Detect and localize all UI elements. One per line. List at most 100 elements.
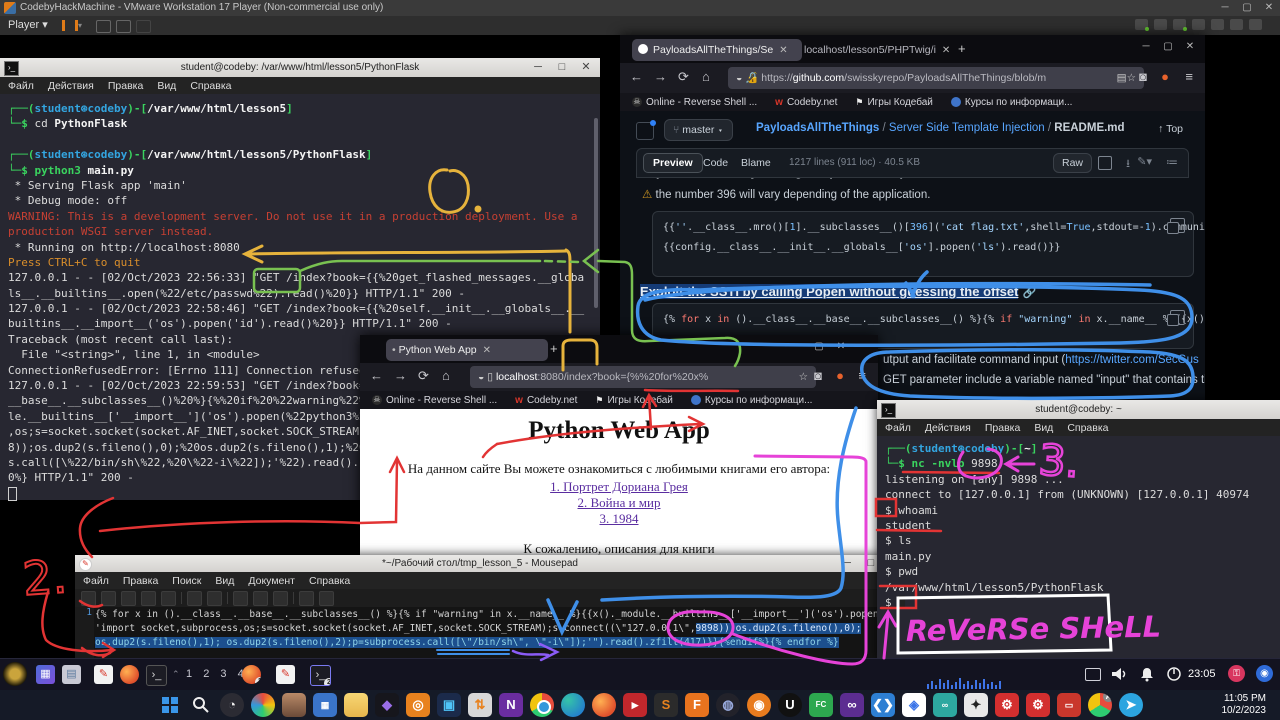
bookmark-item[interactable]: ☠Online - Reverse Shell ... bbox=[372, 395, 497, 406]
maximize-icon[interactable]: ▢ bbox=[1236, 0, 1258, 16]
panel-expand-icon[interactable]: ⌃ bbox=[172, 669, 180, 680]
tab-preview[interactable]: Preview bbox=[643, 153, 703, 173]
red-gear-icon[interactable]: ⚙ bbox=[995, 693, 1019, 717]
reload-icon[interactable]: ⟳ bbox=[678, 69, 689, 85]
close-tab-icon[interactable]: ✕ bbox=[773, 45, 787, 56]
usb-device-icon[interactable] bbox=[1192, 19, 1205, 30]
taskbar-firefox-window[interactable]: 2 bbox=[242, 665, 261, 684]
open-file-icon[interactable] bbox=[101, 591, 116, 606]
new-file-icon[interactable] bbox=[81, 591, 96, 606]
branch-selector[interactable]: ⑂ master ▾ bbox=[664, 119, 733, 141]
code-block-subprocess[interactable]: {{''.__class__.mro()[1].__subclasses__()… bbox=[652, 211, 1194, 277]
section-heading-popen[interactable]: Exploit the SSTI by calling Popen withou… bbox=[640, 283, 1037, 301]
kali-menu-icon[interactable] bbox=[3, 662, 27, 686]
cd-device-icon[interactable] bbox=[1154, 19, 1167, 30]
close-icon[interactable]: ✕ bbox=[830, 339, 852, 355]
bookmark-item[interactable]: Курсы по информаци... bbox=[951, 97, 1073, 108]
bookmark-item[interactable]: wCodeby.net bbox=[515, 395, 577, 406]
presentation-icon[interactable]: ▭ bbox=[1057, 693, 1081, 717]
outline-icon[interactable]: ≔ bbox=[1166, 155, 1178, 169]
forward-icon[interactable]: → bbox=[394, 368, 407, 383]
menu-item[interactable]: Файл bbox=[83, 575, 109, 587]
maps-pin-icon[interactable]: ◈ bbox=[902, 693, 926, 717]
obsidian-icon[interactable]: ◆ bbox=[375, 693, 399, 717]
file-manager-icon[interactable]: ▤ bbox=[62, 665, 81, 684]
red-gear-icon-2[interactable]: ⚙ bbox=[1026, 693, 1050, 717]
minimize-icon[interactable]: ─ bbox=[786, 339, 808, 355]
menu-item[interactable]: Документ bbox=[248, 575, 295, 587]
shield-icon[interactable]: ◒ bbox=[478, 371, 487, 383]
sound-device-icon[interactable] bbox=[1211, 19, 1224, 30]
firefox-icon[interactable] bbox=[592, 693, 616, 717]
chrome-icon[interactable] bbox=[530, 693, 554, 717]
scrollbar[interactable] bbox=[594, 118, 598, 308]
send-ctrl-alt-del-icon[interactable] bbox=[96, 20, 111, 33]
chrome-profile-icon[interactable]: A bbox=[1088, 693, 1112, 717]
speedtest-icon[interactable]: ◔ bbox=[220, 693, 244, 717]
tab-blame[interactable]: Blame bbox=[741, 157, 771, 169]
extension-icon[interactable]: ● bbox=[836, 368, 844, 383]
menu-bar[interactable]: ФайлДействияПравкаВидСправка bbox=[0, 77, 600, 94]
vm-clock[interactable]: 23:05 bbox=[1188, 668, 1216, 680]
menu-item[interactable]: Справка bbox=[309, 575, 350, 587]
undo-icon[interactable] bbox=[187, 591, 202, 606]
anchor-link-icon[interactable]: 🔗 bbox=[1023, 287, 1037, 299]
unreal-icon[interactable]: U bbox=[778, 693, 802, 717]
terminal-output[interactable]: ┌──(student⊛codeby)-[~]└─$ nc -nvlp 9898… bbox=[885, 442, 1276, 658]
terminal-launcher-icon[interactable]: ›_ bbox=[146, 665, 167, 686]
reload-icon[interactable]: ⟳ bbox=[418, 368, 429, 384]
book-link-3[interactable]: 3. 1984 bbox=[600, 511, 639, 526]
power-icon[interactable] bbox=[1166, 666, 1182, 682]
minimize-icon[interactable]: ─ bbox=[835, 554, 859, 572]
colorful-app-icon[interactable] bbox=[251, 693, 275, 717]
display-tray-icon[interactable] bbox=[1085, 668, 1101, 681]
player-menu[interactable]: Player ▾ bbox=[8, 18, 48, 31]
edge-icon[interactable] bbox=[561, 693, 585, 717]
copy-raw-icon[interactable] bbox=[1098, 156, 1112, 170]
titlebar[interactable]: ›_ student@codeby: ~ bbox=[877, 400, 1280, 420]
close-file-icon[interactable] bbox=[161, 591, 176, 606]
volume-icon[interactable] bbox=[1110, 665, 1128, 683]
3d-viewer-icon[interactable]: ▣ bbox=[437, 693, 461, 717]
search-replace-icon[interactable] bbox=[319, 591, 334, 606]
notifications-bell-icon[interactable] bbox=[1138, 665, 1156, 683]
pocket-icon[interactable]: ◙ bbox=[1139, 69, 1147, 84]
taskbar-mousepad-window[interactable]: ✎ bbox=[276, 665, 295, 684]
printer-device-icon[interactable] bbox=[1230, 19, 1243, 30]
session-icon[interactable]: ◉ bbox=[1256, 665, 1273, 682]
teal-app-icon[interactable]: ∞ bbox=[933, 693, 957, 717]
close-icon[interactable]: ✕ bbox=[1179, 39, 1201, 55]
bookmark-star-icon[interactable]: ☆ bbox=[1127, 67, 1136, 89]
redo-icon[interactable] bbox=[207, 591, 222, 606]
photos-icon[interactable] bbox=[282, 693, 306, 717]
tab-github[interactable]: PayloadsAllTheThings/Se✕ bbox=[632, 39, 802, 61]
breadcrumb-repo-link[interactable]: PayloadsAllTheThings bbox=[756, 122, 879, 134]
maximize-icon[interactable]: □ bbox=[550, 58, 574, 76]
minimize-icon[interactable]: ─ bbox=[526, 58, 550, 76]
tab-webapp[interactable]: • Python Web App✕ bbox=[386, 339, 548, 361]
start-button[interactable] bbox=[158, 693, 182, 717]
orange-app-icon[interactable]: ◎ bbox=[406, 693, 430, 717]
bookmark-star-icon[interactable]: ☆ bbox=[799, 366, 808, 388]
fc-app-icon[interactable]: FC bbox=[809, 693, 833, 717]
bookmark-item[interactable]: Курсы по информаци... bbox=[691, 395, 813, 406]
fullscreen-icon[interactable] bbox=[116, 20, 131, 33]
back-icon[interactable]: ← bbox=[630, 69, 643, 84]
menu-bar[interactable]: ФайлПравкаПоискВидДокументСправка bbox=[75, 572, 885, 589]
menu-icon[interactable]: ≡ bbox=[1185, 69, 1193, 84]
paste-icon[interactable] bbox=[273, 591, 288, 606]
close-tab-icon[interactable]: ✕ bbox=[477, 345, 491, 356]
pause-dropdown-icon[interactable]: ▾ bbox=[78, 21, 82, 30]
menu-item[interactable]: Правка bbox=[985, 422, 1020, 434]
close-icon[interactable]: ✕ bbox=[1258, 0, 1280, 16]
home-icon[interactable]: ⌂ bbox=[442, 368, 450, 383]
sidebar-toggle-icon[interactable] bbox=[636, 122, 654, 140]
hdd-device-icon[interactable] bbox=[1135, 19, 1148, 30]
taskbar-terminal-window[interactable]: ›_2 bbox=[310, 665, 331, 686]
bookmark-item[interactable]: wCodeby.net bbox=[775, 97, 837, 108]
copy-code-icon[interactable] bbox=[1170, 218, 1185, 233]
close-tab-icon[interactable]: ✕ bbox=[936, 45, 950, 56]
search-icon[interactable] bbox=[299, 591, 314, 606]
menu-item[interactable]: Правка bbox=[108, 80, 143, 92]
maximize-icon[interactable]: ▢ bbox=[1157, 39, 1179, 55]
